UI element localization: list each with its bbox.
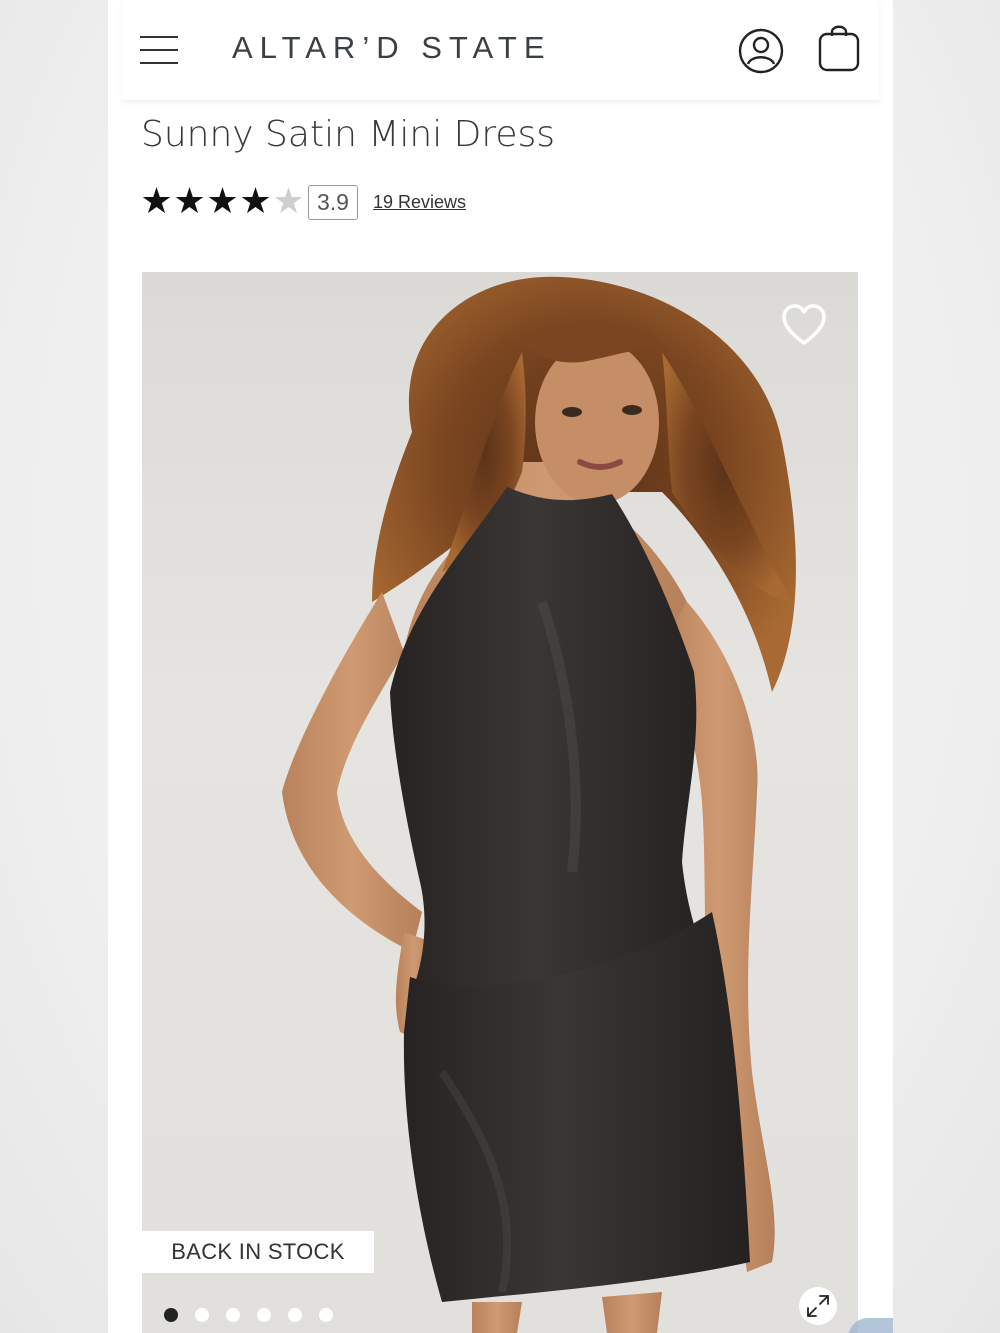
rating-score: 3.9 bbox=[308, 184, 358, 220]
heart-icon[interactable] bbox=[780, 302, 828, 348]
shopping-bag-icon[interactable] bbox=[816, 22, 862, 74]
gallery-pagination bbox=[164, 1308, 333, 1322]
hamburger-menu-icon[interactable] bbox=[140, 34, 180, 66]
gallery-dot[interactable] bbox=[195, 1308, 209, 1322]
site-header: ALTAR’D STATE bbox=[122, 0, 879, 100]
gallery-dot[interactable] bbox=[257, 1308, 271, 1322]
expand-icon[interactable] bbox=[799, 1287, 837, 1325]
star-icon: ★ bbox=[140, 181, 173, 222]
star-icon: ★ bbox=[173, 181, 206, 222]
gallery-dot[interactable] bbox=[226, 1308, 240, 1322]
back-in-stock-badge: BACK IN STOCK bbox=[142, 1231, 374, 1273]
star-icon: ★ bbox=[206, 181, 239, 222]
rating-summary: ★ ★ ★ ★ ★ 3.9 19 Reviews bbox=[140, 180, 466, 224]
product-title: Sunny Satin Mini Dress bbox=[141, 114, 556, 155]
account-icon[interactable] bbox=[738, 28, 784, 74]
star-rating: ★ ★ ★ ★ ★ bbox=[140, 184, 305, 220]
product-photo bbox=[282, 276, 796, 1333]
product-image-gallery[interactable]: BACK IN STOCK bbox=[142, 272, 858, 1333]
gallery-dot[interactable] bbox=[164, 1308, 178, 1322]
product-page: ALTAR’D STATE Sunny Satin Mini Dress ★ ★… bbox=[108, 0, 893, 1333]
brand-logo[interactable]: ALTAR’D STATE bbox=[232, 30, 552, 66]
gallery-dot[interactable] bbox=[319, 1308, 333, 1322]
gallery-dot[interactable] bbox=[288, 1308, 302, 1322]
star-empty-icon: ★ bbox=[272, 181, 305, 222]
reviews-link[interactable]: 19 Reviews bbox=[373, 192, 466, 213]
star-icon: ★ bbox=[239, 181, 272, 222]
